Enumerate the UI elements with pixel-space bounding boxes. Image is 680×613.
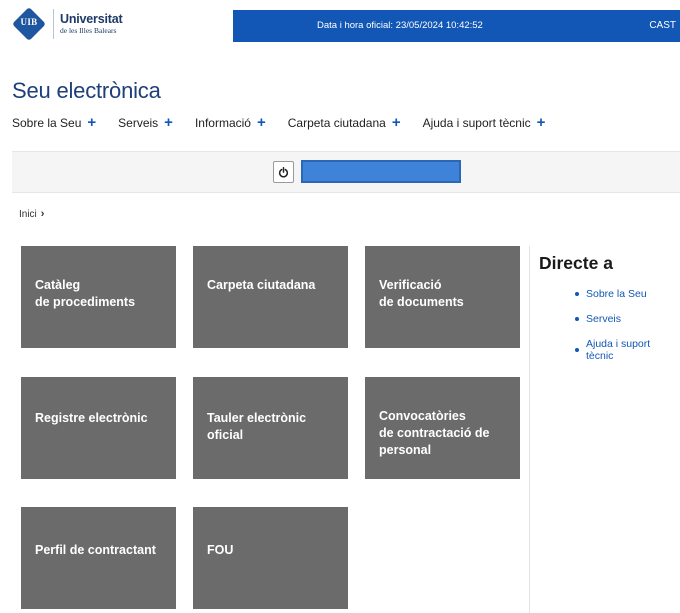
directe-link-label: Sobre la Seu xyxy=(586,288,647,300)
logo-name: Universitat xyxy=(60,12,123,26)
nav-item-ajuda[interactable]: Ajuda i suport tècnic + xyxy=(422,114,546,131)
directe-link-label: Ajuda i suport tècnic xyxy=(585,338,651,362)
bullet xyxy=(575,292,579,296)
directe-heading: Directe a xyxy=(539,253,613,273)
directe-link-serveis[interactable]: Serveis xyxy=(575,313,680,325)
nav-item-label: Serveis xyxy=(118,116,159,130)
page-title: Seu electrònica xyxy=(12,78,161,103)
nav-item-serveis[interactable]: Serveis + xyxy=(118,114,173,131)
logo-text: Universitat de les Illes Balears xyxy=(60,12,123,36)
directe-links: Sobre la Seu Serveis Ajuda i suport tècn… xyxy=(575,288,680,375)
nav-item-label: Sobre la Seu xyxy=(12,116,82,130)
power-icon xyxy=(278,166,289,177)
directe-link-sobre-la-seu[interactable]: Sobre la Seu xyxy=(575,288,680,300)
uib-logo[interactable]: UIB Universitat de les Illes Balears xyxy=(12,7,123,41)
uib-emblem-icon: UIB xyxy=(12,7,46,41)
site-header: UIB Universitat de les Illes Balears Dat… xyxy=(0,0,680,52)
language-switch-link[interactable]: CAST xyxy=(649,20,676,31)
plus-icon: + xyxy=(256,114,266,131)
tile-tauler-electronic[interactable]: Tauler electrònic oficial xyxy=(193,377,348,479)
breadcrumb: Inici › xyxy=(19,208,44,220)
sidebar-divider xyxy=(529,246,530,613)
nav-item-label: Carpeta ciutadana xyxy=(287,116,386,130)
tile-fou[interactable]: FOU xyxy=(193,507,348,609)
plus-icon: + xyxy=(164,114,173,131)
nav-item-carpeta-ciutadana[interactable]: Carpeta ciutadana + xyxy=(287,114,401,131)
official-datetime: Data i hora oficial: 23/05/2024 10:42:52 xyxy=(317,20,483,31)
plus-icon: + xyxy=(391,114,401,131)
tile-perfil-contractant[interactable]: Perfil de contractant xyxy=(21,507,176,609)
directe-link-label: Serveis xyxy=(586,313,622,325)
directe-link-ajuda[interactable]: Ajuda i suport tècnic xyxy=(575,338,680,362)
plus-icon: + xyxy=(536,114,546,131)
tile-convocatories[interactable]: Convocatòries de contractació de persona… xyxy=(365,377,520,479)
plus-icon: + xyxy=(87,114,97,131)
nav-item-label: Informació xyxy=(194,116,251,130)
nav-item-informacio[interactable]: Informació + xyxy=(194,114,266,131)
login-bar xyxy=(12,151,680,193)
breadcrumb-home-link[interactable]: Inici xyxy=(19,209,37,220)
tile-verificacio-documents[interactable]: Verificació de documents xyxy=(365,246,520,348)
logo-subtitle: de les Illes Balears xyxy=(60,26,117,35)
bullet xyxy=(575,348,579,352)
main-nav: Sobre la Seu + Serveis + Informació + Carpe… xyxy=(12,114,567,131)
bullet xyxy=(575,317,579,321)
logo-divider xyxy=(53,9,54,39)
tile-cataleg-procediments[interactable]: Catàleg de procediments xyxy=(21,246,176,348)
tile-registre-electronic[interactable]: Registre electrònic xyxy=(21,377,176,479)
user-identity-field[interactable] xyxy=(301,160,461,183)
chevron-right-icon: › xyxy=(40,208,45,220)
power-button[interactable] xyxy=(273,161,294,183)
tile-carpeta-ciutadana[interactable]: Carpeta ciutadana xyxy=(193,246,348,348)
top-bar: Data i hora oficial: 23/05/2024 10:42:52… xyxy=(233,10,680,42)
logo-abbr: UIB xyxy=(20,17,38,27)
nav-item-sobre-la-seu[interactable]: Sobre la Seu + xyxy=(12,114,97,131)
nav-item-label: Ajuda i suport tècnic xyxy=(422,116,531,130)
